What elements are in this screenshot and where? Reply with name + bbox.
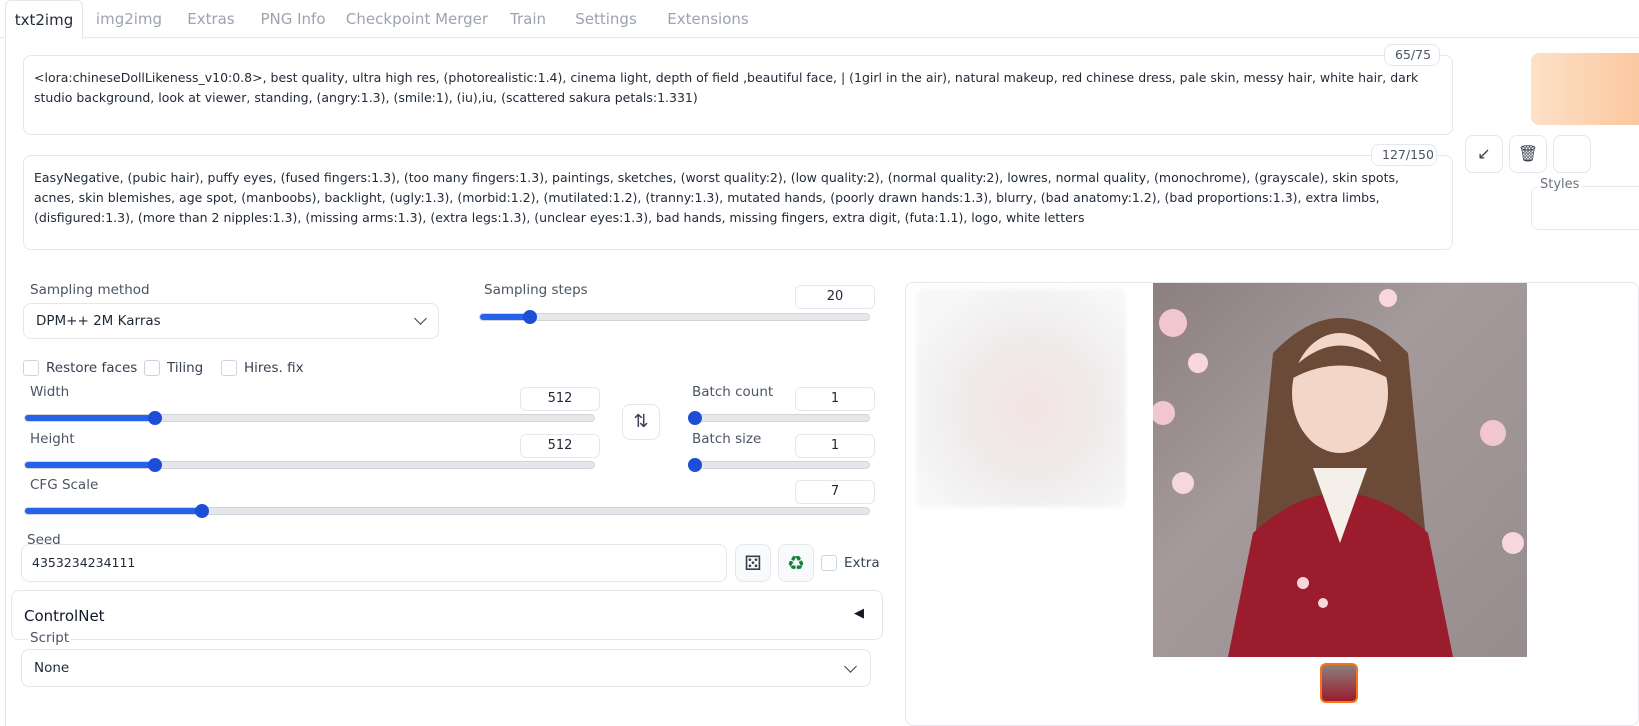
reuse-seed-recycle-icon[interactable]: ♻: [778, 544, 814, 582]
tiling-checkbox[interactable]: [144, 360, 160, 376]
script-value: None: [34, 660, 70, 676]
chevron-down-icon: [414, 312, 427, 325]
collapse-triangle-icon[interactable]: ◀: [854, 606, 864, 621]
trash-icon[interactable]: 🗑: [1509, 135, 1547, 173]
controlnet-accordion[interactable]: ControlNet ◀: [11, 590, 883, 640]
swap-dimensions-icon[interactable]: ⇅: [622, 404, 660, 440]
tab-train[interactable]: Train: [503, 0, 553, 38]
restore-faces-checkbox[interactable]: [23, 360, 39, 376]
sampling-steps-label: Sampling steps: [484, 282, 588, 298]
tab-extensions[interactable]: Extensions: [658, 0, 758, 38]
cfg-scale-thumb[interactable]: [194, 504, 209, 518]
sampling-steps-slider[interactable]: [479, 313, 870, 321]
sampling-method-label: Sampling method: [30, 282, 150, 298]
controlnet-title: ControlNet: [24, 607, 105, 625]
output-gallery: [905, 282, 1639, 726]
restore-faces-label: Restore faces: [46, 360, 138, 376]
prompt-text: <lora:chineseDollLikeness_v10:0.8>, best…: [34, 70, 1419, 105]
gallery-thumbnail[interactable]: [1320, 663, 1358, 703]
batch-size-thumb[interactable]: [688, 458, 702, 472]
blurred-preview-image: [916, 289, 1126, 507]
width-slider[interactable]: [24, 414, 595, 422]
tiling-label: Tiling: [167, 360, 204, 376]
read-params-icon[interactable]: ↙: [1465, 135, 1503, 173]
height-fill: [25, 462, 156, 468]
apply-style-icon[interactable]: [1553, 135, 1591, 173]
sampling-steps-thumb[interactable]: [522, 310, 537, 324]
height-input[interactable]: 512: [520, 434, 600, 458]
script-label: Script: [28, 630, 72, 646]
sampling-method-value: DPM++ 2M Karras: [36, 313, 161, 329]
generated-image[interactable]: [1153, 283, 1527, 657]
cfg-scale-label: CFG Scale: [30, 477, 99, 493]
width-label: Width: [30, 384, 70, 400]
tab-settings[interactable]: Settings: [566, 0, 646, 38]
batch-size-input[interactable]: 1: [795, 434, 875, 458]
batch-count-label: Batch count: [692, 384, 774, 400]
batch-size-slider[interactable]: [688, 461, 870, 469]
cfg-scale-slider[interactable]: [24, 507, 870, 515]
batch-count-thumb[interactable]: [688, 411, 702, 425]
random-seed-dice-icon[interactable]: ⚄: [735, 544, 771, 582]
generate-button[interactable]: [1531, 53, 1639, 125]
portrait-illustration: [1153, 289, 1524, 657]
hires-fix-label: Hires. fix: [244, 360, 304, 376]
width-fill: [25, 415, 156, 421]
sampling-method-select[interactable]: DPM++ 2M Karras: [23, 303, 439, 339]
styles-select[interactable]: [1531, 186, 1639, 230]
height-slider[interactable]: [24, 461, 595, 469]
negative-prompt-token-counter: 127/150: [1371, 144, 1437, 166]
prompt-token-counter: 65/75: [1384, 44, 1440, 66]
height-label: Height: [30, 431, 75, 447]
sampling-steps-input[interactable]: 20: [795, 285, 875, 309]
chevron-down-icon: [844, 660, 857, 673]
tab-extras[interactable]: Extras: [178, 0, 244, 38]
seed-value: 4353234234111: [32, 555, 136, 570]
prompt-input[interactable]: <lora:chineseDollLikeness_v10:0.8>, best…: [23, 55, 1453, 135]
batch-count-slider[interactable]: [688, 414, 870, 422]
negative-prompt-input[interactable]: EasyNegative, (pubic hair), puffy eyes, …: [23, 155, 1453, 250]
extra-seed-checkbox[interactable]: [821, 555, 837, 571]
extra-seed-label: Extra: [844, 555, 880, 571]
cfg-scale-fill: [25, 508, 203, 514]
cfg-scale-input[interactable]: 7: [795, 480, 875, 504]
tab-png-info[interactable]: PNG Info: [255, 0, 331, 38]
width-input[interactable]: 512: [520, 387, 600, 411]
tab-bar: txt2img img2img Extras PNG Info Checkpoi…: [0, 0, 1639, 39]
tab-txt2img[interactable]: txt2img: [5, 0, 83, 39]
script-select[interactable]: None: [21, 649, 871, 687]
negative-prompt-text: EasyNegative, (pubic hair), puffy eyes, …: [34, 170, 1399, 225]
styles-label: Styles: [1537, 177, 1583, 192]
tab-checkpoint-merger[interactable]: Checkpoint Merger: [341, 0, 493, 38]
tab-img2img[interactable]: img2img: [88, 0, 170, 38]
batch-count-input[interactable]: 1: [795, 387, 875, 411]
hires-fix-checkbox[interactable]: [221, 360, 237, 376]
seed-input[interactable]: 4353234234111: [21, 544, 727, 582]
batch-size-label: Batch size: [692, 431, 762, 447]
